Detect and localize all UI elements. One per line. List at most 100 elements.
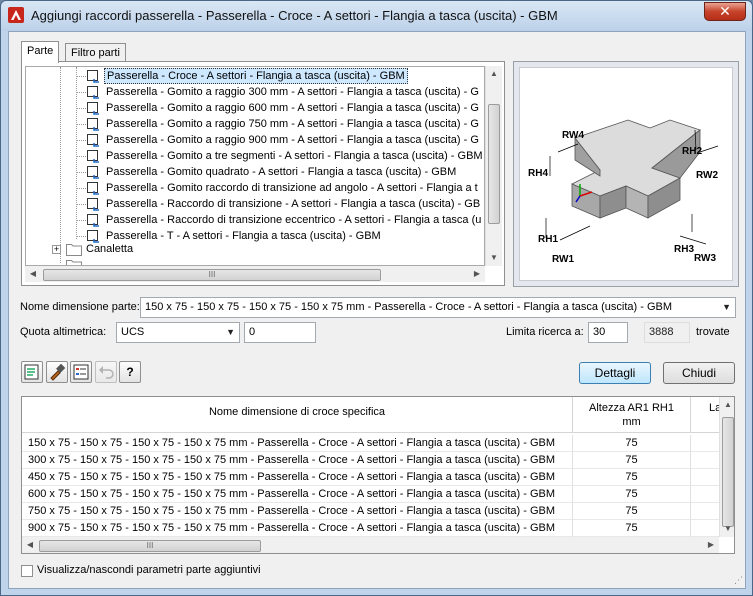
size-name-combo[interactable]: 150 x 75 - 150 x 75 - 150 x 75 - 150 x 7… xyxy=(140,297,736,318)
cell-width[interactable] xyxy=(691,520,721,537)
scroll-thumb[interactable] xyxy=(488,104,500,224)
table-row[interactable]: 300 x 75 - 150 x 75 - 150 x 75 - 150 x 7… xyxy=(22,452,721,469)
tree-connector xyxy=(77,140,86,141)
scroll-down-arrow-icon[interactable]: ▼ xyxy=(720,521,734,537)
title-bar[interactable]: Aggiungi raccordi passerella - Passerell… xyxy=(1,1,752,31)
tree-item-label: Passerella - Gomito a raggio 900 mm - A … xyxy=(106,134,479,146)
autocad-logo-icon xyxy=(8,7,24,23)
tree-item-label: Passerella - Gomito a raggio 300 mm - A … xyxy=(106,86,479,98)
cell-size-name[interactable]: 750 x 75 - 150 x 75 - 150 x 75 - 150 x 7… xyxy=(22,503,573,520)
table-vertical-scrollbar[interactable]: ▲ ▼ xyxy=(719,397,734,537)
scroll-up-arrow-icon[interactable]: ▲ xyxy=(720,397,734,413)
show-extra-params-checkbox[interactable] xyxy=(21,565,33,577)
tree-guide-line xyxy=(60,67,61,263)
dim-label-rw3: RW3 xyxy=(694,253,716,264)
expand-plus-icon[interactable]: + xyxy=(52,245,61,254)
scroll-thumb[interactable] xyxy=(722,417,734,527)
resize-grip-icon[interactable]: ⋰ xyxy=(734,575,743,586)
tree-item-label: Passerella - Gomito a raggio 600 mm - A … xyxy=(106,102,479,114)
dim-label-rw2: RW2 xyxy=(696,170,718,181)
cell-width[interactable] xyxy=(691,486,721,503)
part-tree[interactable]: Passerella - Croce - A settori - Flangia… xyxy=(25,66,485,266)
window-title: Aggiungi raccordi passerella - Passerell… xyxy=(31,8,558,23)
cell-width[interactable] xyxy=(691,435,721,452)
cell-height[interactable]: 75 xyxy=(573,486,691,503)
column-header-width[interactable]: La xyxy=(691,397,721,433)
folder-icon xyxy=(66,244,82,256)
tree-connector xyxy=(77,188,86,189)
tree-horizontal-scrollbar[interactable]: ◀ III ▶ xyxy=(25,266,485,282)
cell-height[interactable]: 75 xyxy=(573,435,691,452)
cell-size-name[interactable]: 300 x 75 - 150 x 75 - 150 x 75 - 150 x 7… xyxy=(22,452,573,469)
dialog-client-area: Parte Filtro parti Passerella - Croce - … xyxy=(8,31,746,589)
part-preview-panel: RW4 RH4 RH2 RW2 RH1 RW1 RH3 RW3 xyxy=(513,61,739,287)
tree-vertical-scrollbar[interactable]: ▲ ▼ xyxy=(485,66,502,266)
dim-label-rh4: RH4 xyxy=(528,168,548,179)
scroll-right-arrow-icon[interactable]: ▶ xyxy=(703,537,719,553)
table-row[interactable]: 600 x 75 - 150 x 75 - 150 x 75 - 150 x 7… xyxy=(22,486,721,503)
close-dialog-button[interactable]: Chiudi xyxy=(663,362,735,384)
scroll-down-arrow-icon[interactable]: ▼ xyxy=(486,250,502,266)
dim-label-rw1: RW1 xyxy=(552,254,574,265)
scroll-thumb[interactable]: III xyxy=(43,269,381,281)
dim-label-rh2: RH2 xyxy=(682,146,702,157)
tree-item-label: Passerella - Croce - A settori - Flangia… xyxy=(104,68,408,84)
tree-connector xyxy=(77,124,86,125)
elevation-ucs-value: UCS xyxy=(121,326,145,338)
tree-item-label: Passerella - Gomito raccordo di transizi… xyxy=(106,182,478,194)
tree-item-label: Passerella - Raccordo di transizione - A… xyxy=(106,198,481,210)
cell-height[interactable]: 75 xyxy=(573,520,691,537)
part-fitting-icon xyxy=(87,102,99,115)
table-row[interactable]: 450 x 75 - 150 x 75 - 150 x 75 - 150 x 7… xyxy=(22,469,721,486)
part-fitting-icon xyxy=(87,70,99,83)
help-button[interactable]: ? xyxy=(119,361,141,383)
part-fitting-icon xyxy=(87,150,99,163)
table-row[interactable]: 750 x 75 - 150 x 75 - 150 x 75 - 150 x 7… xyxy=(22,503,721,520)
properties-button[interactable] xyxy=(70,361,92,383)
match-properties-button[interactable] xyxy=(46,361,68,383)
cell-width[interactable] xyxy=(691,503,721,520)
cell-width[interactable] xyxy=(691,469,721,486)
close-button[interactable]: ✕ xyxy=(704,2,746,21)
cell-size-name[interactable]: 450 x 75 - 150 x 75 - 150 x 75 - 150 x 7… xyxy=(22,469,573,486)
scroll-right-arrow-icon[interactable]: ▶ xyxy=(469,266,485,282)
part-fitting-icon xyxy=(87,198,99,211)
dropdown-arrow-icon[interactable]: ▼ xyxy=(722,298,731,317)
cell-height[interactable]: 75 xyxy=(573,503,691,520)
cell-height[interactable]: 75 xyxy=(573,469,691,486)
cell-height[interactable]: 75 xyxy=(573,452,691,469)
scroll-left-arrow-icon[interactable]: ◀ xyxy=(25,266,41,282)
tab-panel-parte: Passerella - Croce - A settori - Flangia… xyxy=(21,61,505,286)
cell-size-name[interactable]: 900 x 75 - 150 x 75 - 150 x 75 - 150 x 7… xyxy=(22,520,573,537)
limit-search-input[interactable]: 30 xyxy=(588,322,628,343)
scroll-up-arrow-icon[interactable]: ▲ xyxy=(486,66,502,82)
cell-size-name[interactable]: 150 x 75 - 150 x 75 - 150 x 75 - 150 x 7… xyxy=(22,435,573,452)
dropdown-arrow-icon[interactable]: ▼ xyxy=(226,323,235,342)
undo-button[interactable] xyxy=(95,361,117,383)
part-fitting-icon xyxy=(87,118,99,131)
tab-parte[interactable]: Parte xyxy=(21,41,60,63)
properties-icon xyxy=(73,364,89,380)
found-label: trovate xyxy=(696,326,730,338)
catalog-icon xyxy=(24,364,39,380)
show-extra-params-label[interactable]: Visualizza/nascondi parametri parte aggi… xyxy=(37,564,261,576)
tab-filtro-parti[interactable]: Filtro parti xyxy=(65,43,126,63)
cell-size-name[interactable]: 600 x 75 - 150 x 75 - 150 x 75 - 150 x 7… xyxy=(22,486,573,503)
table-row[interactable]: 900 x 75 - 150 x 75 - 150 x 75 - 150 x 7… xyxy=(22,520,721,537)
table-horizontal-scrollbar[interactable]: ◀ III ▶ xyxy=(22,537,719,553)
cross-fitting-drawing: RW4 RH4 RH2 RW2 RH1 RW1 RH3 RW3 xyxy=(528,119,718,265)
table-row[interactable]: 150 x 75 - 150 x 75 - 150 x 75 - 150 x 7… xyxy=(22,435,721,452)
catalog-browser-button[interactable] xyxy=(21,361,43,383)
help-icon: ? xyxy=(126,365,134,379)
scroll-left-arrow-icon[interactable]: ◀ xyxy=(22,537,38,553)
elevation-ucs-combo[interactable]: UCS ▼ xyxy=(116,322,240,343)
column-header-height[interactable]: Altezza AR1 RH1 mm xyxy=(573,397,691,433)
elevation-input[interactable]: 0 xyxy=(244,322,316,343)
cell-width[interactable] xyxy=(691,452,721,469)
dialog-window: Aggiungi raccordi passerella - Passerell… xyxy=(0,0,753,596)
details-button[interactable]: Dettagli xyxy=(579,362,651,384)
tree-connector xyxy=(77,236,86,237)
column-header-name[interactable]: Nome dimensione di croce specifica xyxy=(22,397,573,433)
scroll-thumb[interactable]: III xyxy=(39,540,261,552)
part-fitting-icon xyxy=(87,182,99,195)
